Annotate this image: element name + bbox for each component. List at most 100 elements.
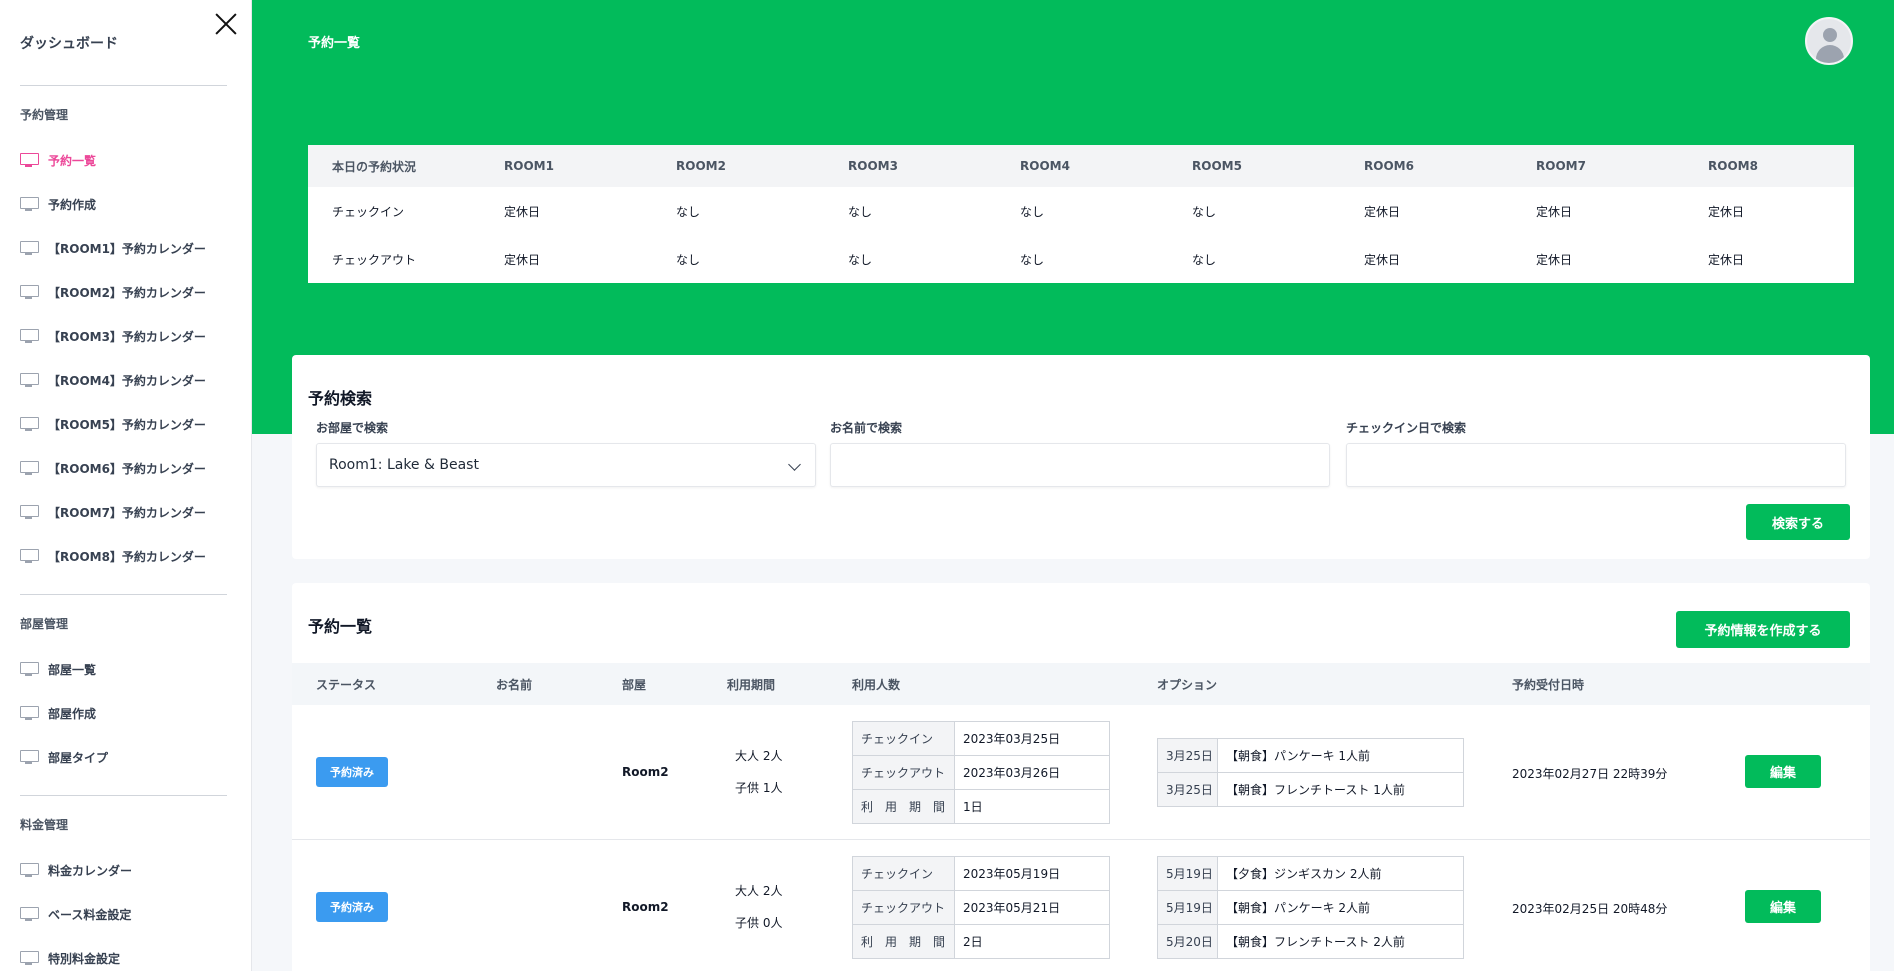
sidebar-item-room4-calendar[interactable]: 【ROOM4】予約カレンダー <box>20 369 230 391</box>
monitor-icon <box>20 373 39 387</box>
room-search-value: Room1: Lake & Beast <box>329 457 479 473</box>
monitor-icon <box>20 329 39 343</box>
name-search-input[interactable] <box>830 443 1330 487</box>
search-card: 予約検索 お部屋で検索 Room1: Lake & Beast お名前で検索 チ… <box>292 355 1870 559</box>
close-icon[interactable] <box>214 12 238 36</box>
chevron-down-icon <box>788 458 801 471</box>
column-header-name: お名前 <box>496 678 533 692</box>
stay-value: 2023年05月21日 <box>954 890 1110 925</box>
column-header: ROOM3 <box>824 145 996 187</box>
status-badge: 予約済み <box>316 757 388 787</box>
column-header: ROOM2 <box>652 145 824 187</box>
checkin-date-search-input[interactable] <box>1346 443 1846 487</box>
option-name: 【朝食】パンケーキ 1人前 <box>1217 738 1464 773</box>
section-title-reservations: 予約管理 <box>20 108 69 122</box>
monitor-icon <box>20 417 39 431</box>
table-cell: チェックイン <box>332 204 405 219</box>
table-cell: なし <box>848 204 873 219</box>
page-title: 予約一覧 <box>308 36 361 51</box>
sidebar-item-room2-calendar[interactable]: 【ROOM2】予約カレンダー <box>20 281 230 303</box>
table-cell: 定休日 <box>1364 252 1401 267</box>
reservation-list-card: 予約一覧 予約情報を作成する ステータス お名前 部屋 利用期間 利用人数 オプ… <box>292 583 1870 971</box>
name-search-label: お名前で検索 <box>830 421 903 435</box>
stay-value: 2023年05月19日 <box>954 856 1110 891</box>
sidebar-brand[interactable]: ダッシュボード <box>20 33 118 53</box>
today-status-table: 本日の予約状況 ROOM1 ROOM2 ROOM3 ROOM4 ROOM5 RO… <box>308 145 1854 283</box>
received-timestamp: 2023年02月25日 20時48分 <box>1512 902 1668 916</box>
received-timestamp: 2023年02月27日 22時39分 <box>1512 767 1668 781</box>
column-header-period: 利用期間 <box>727 678 776 692</box>
stay-value: 2023年03月26日 <box>954 755 1110 790</box>
sidebar-item-base-price[interactable]: ベース料金設定 <box>20 903 230 925</box>
column-header: ROOM8 <box>1684 145 1854 187</box>
monitor-icon <box>20 505 39 519</box>
edit-button[interactable]: 編集 <box>1745 755 1821 788</box>
sidebar-item-price-calendar[interactable]: 料金カレンダー <box>20 859 230 881</box>
column-header-received: 予約受付日時 <box>1512 678 1585 692</box>
sidebar-item-room1-calendar[interactable]: 【ROOM1】予約カレンダー <box>20 237 230 259</box>
stay-key: 利 用 期 間 <box>852 924 955 959</box>
divider <box>20 85 227 86</box>
room-cell: Room2 <box>622 765 669 779</box>
sidebar-item-room7-calendar[interactable]: 【ROOM7】予約カレンダー <box>20 501 230 523</box>
sidebar-item-room3-calendar[interactable]: 【ROOM3】予約カレンダー <box>20 325 230 347</box>
monitor-icon <box>20 750 39 764</box>
stay-detail-table: チェックイン 2023年05月19日 チェックアウト 2023年05月21日 利 用… <box>852 856 1110 959</box>
table-cell: なし <box>1192 204 1217 219</box>
user-avatar-icon[interactable] <box>1805 17 1853 65</box>
column-header: ROOM6 <box>1340 145 1512 187</box>
sidebar-item-room-types[interactable]: 部屋タイプ <box>20 746 230 768</box>
section-title-rooms: 部屋管理 <box>20 617 69 631</box>
option-date: 3月25日 <box>1157 772 1218 807</box>
table-cell: なし <box>676 204 701 219</box>
option-date: 3月25日 <box>1157 738 1218 773</box>
table-cell: 定休日 <box>1364 204 1401 219</box>
table-row: チェックアウト 定休日 なし なし なし なし 定休日 定休日 定休日 <box>308 235 1854 283</box>
monitor-icon <box>20 153 39 167</box>
row-divider <box>292 839 1870 840</box>
stay-value: 2023年03月25日 <box>954 721 1110 756</box>
table-cell: 定休日 <box>1708 252 1745 267</box>
monitor-icon <box>20 706 39 720</box>
create-reservation-button[interactable]: 予約情報を作成する <box>1676 611 1850 648</box>
stay-key: チェックアウト <box>852 755 955 790</box>
room-search-select[interactable]: Room1: Lake & Beast <box>316 443 816 487</box>
option-date: 5月19日 <box>1157 856 1218 891</box>
table-cell: なし <box>1020 252 1045 267</box>
sidebar-item-room6-calendar[interactable]: 【ROOM6】予約カレンダー <box>20 457 230 479</box>
table-cell: 定休日 <box>1536 204 1573 219</box>
edit-button[interactable]: 編集 <box>1745 890 1821 923</box>
adults-count: 大人 2人 <box>735 884 783 898</box>
column-header-options: オプション <box>1157 678 1218 692</box>
sidebar-item-room8-calendar[interactable]: 【ROOM8】予約カレンダー <box>20 545 230 567</box>
children-count: 子供 0人 <box>735 916 783 930</box>
column-header: 本日の予約状況 <box>308 145 480 187</box>
table-cell: なし <box>848 252 873 267</box>
stay-key: チェックアウト <box>852 890 955 925</box>
table-cell: なし <box>676 252 701 267</box>
option-date: 5月20日 <box>1157 924 1218 959</box>
sidebar-item-room-list[interactable]: 部屋一覧 <box>20 658 230 680</box>
table-cell: 定休日 <box>504 252 541 267</box>
sidebar-item-create-reservation[interactable]: 予約作成 <box>20 193 230 215</box>
divider <box>20 594 227 595</box>
adults-count: 大人 2人 <box>735 749 783 763</box>
sidebar-item-room5-calendar[interactable]: 【ROOM5】予約カレンダー <box>20 413 230 435</box>
sidebar-item-create-room[interactable]: 部屋作成 <box>20 702 230 724</box>
sidebar-item-special-price[interactable]: 特別料金設定 <box>20 947 230 969</box>
monitor-icon <box>20 951 39 965</box>
list-header-row: ステータス お名前 部屋 利用期間 利用人数 オプション 予約受付日時 <box>292 663 1870 705</box>
table-cell: なし <box>1020 204 1045 219</box>
monitor-icon <box>20 197 39 211</box>
sidebar-item-reservation-list[interactable]: 予約一覧 <box>20 149 230 171</box>
search-button[interactable]: 検索する <box>1746 504 1850 540</box>
reservation-list-title: 予約一覧 <box>308 617 373 636</box>
monitor-icon <box>20 549 39 563</box>
column-header: ROOM7 <box>1512 145 1684 187</box>
column-header-status: ステータス <box>316 678 377 692</box>
table-cell: チェックアウト <box>332 252 417 267</box>
children-count: 子供 1人 <box>735 781 783 795</box>
table-cell: 定休日 <box>1536 252 1573 267</box>
room-search-label: お部屋で検索 <box>316 421 389 435</box>
option-name: 【夕食】ジンギスカン 2人前 <box>1217 856 1464 891</box>
